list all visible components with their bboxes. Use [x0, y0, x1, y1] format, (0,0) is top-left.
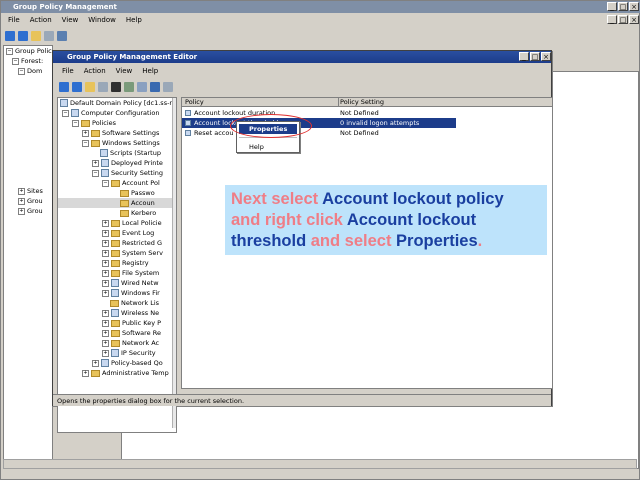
tree-item[interactable]: Network Lis	[58, 298, 176, 308]
tree-item[interactable]: + Public Key P	[58, 318, 176, 328]
show-tree-icon[interactable]	[44, 31, 54, 41]
editor-close-button[interactable]: ×	[541, 52, 551, 61]
tree-item[interactable]: + Event Log	[58, 228, 176, 238]
column-policy[interactable]: Policy	[185, 98, 204, 107]
tree-item[interactable]: + System Serv	[58, 248, 176, 258]
doc-close-button[interactable]: ×	[629, 15, 639, 24]
policy-icon	[185, 130, 191, 136]
editor-menu-view[interactable]: View	[111, 66, 138, 77]
menu-view[interactable]: View	[57, 15, 84, 26]
forward-icon[interactable]	[18, 31, 28, 41]
properties-icon[interactable]	[57, 31, 67, 41]
menu-file[interactable]: File	[3, 15, 25, 26]
editor-menu-help[interactable]: Help	[137, 66, 163, 77]
tree-item[interactable]: Default Domain Policy [dc1.ss-n	[58, 98, 176, 108]
tree-item[interactable]: + Grou	[4, 196, 52, 206]
gpm-menu-bar: File Action View Window Help	[3, 15, 147, 26]
tree-item[interactable]: + Wired Netw	[58, 278, 176, 288]
tree-item[interactable]: Passwo	[58, 188, 176, 198]
tree-item[interactable]: + Software Re	[58, 328, 176, 338]
callout-highlight: Properties	[396, 232, 478, 250]
tree-item[interactable]: − Group Polic	[4, 46, 52, 56]
help-icon[interactable]	[150, 82, 160, 92]
close-button[interactable]: ×	[629, 2, 639, 11]
minimize-button[interactable]: _	[607, 2, 617, 11]
back-icon[interactable]	[5, 31, 15, 41]
policy-icon	[185, 110, 191, 116]
up-folder-icon[interactable]	[85, 82, 95, 92]
list-header: Policy Policy Setting	[182, 98, 552, 107]
tree-item[interactable]: Scripts (Startup	[58, 148, 176, 158]
editor-title: Group Policy Management Editor	[67, 53, 198, 61]
tree-item[interactable]: Kerbero	[58, 208, 176, 218]
callout-highlight: threshold	[231, 232, 307, 250]
policy-icon	[185, 120, 191, 126]
tree-item[interactable]: + IP Security	[58, 348, 176, 358]
tree-item[interactable]: + Windows Fir	[58, 288, 176, 298]
tree-item[interactable]: − Account Pol	[58, 178, 176, 188]
instruction-callout: Next select Account lockout policy and r…	[225, 185, 547, 255]
tree-item[interactable]: + Deployed Printe	[58, 158, 176, 168]
console-icon[interactable]	[163, 82, 173, 92]
callout-text: Next select	[231, 190, 323, 208]
forward-icon[interactable]	[72, 82, 82, 92]
properties-icon[interactable]	[124, 82, 134, 92]
tree-item[interactable]: − Windows Settings	[58, 138, 176, 148]
callout-text: and select	[306, 232, 397, 250]
horizontal-scrollbar[interactable]	[3, 459, 637, 469]
tree-item[interactable]: − Policies	[58, 118, 176, 128]
tree-item-selected[interactable]: Accoun	[58, 198, 176, 208]
gpm-title: Group Policy Management	[13, 3, 117, 11]
callout-text: and right click	[231, 211, 347, 229]
tree-item[interactable]: − Computer Configuration	[58, 108, 176, 118]
editor-maximize-button[interactable]: □	[530, 52, 540, 61]
callout-highlight: Account lockout policy	[322, 190, 504, 208]
gpm-toolbar	[5, 30, 67, 42]
tree-item[interactable]: + Restricted G	[58, 238, 176, 248]
tree-item[interactable]: + File System	[58, 268, 176, 278]
doc-minimize-button[interactable]: _	[607, 15, 617, 24]
tree-vertical-scrollbar[interactable]	[172, 98, 176, 428]
gpm-title-bar: Group Policy Management	[1, 1, 640, 13]
editor-tree: Default Domain Policy [dc1.ss-n − Compute…	[57, 97, 177, 433]
editor-toolbar	[59, 81, 173, 93]
tree-item[interactable]: + Grou	[4, 206, 52, 216]
column-policy-setting[interactable]: Policy Setting	[340, 98, 384, 107]
tree-item[interactable]: − Forest:	[4, 56, 52, 66]
menu-help[interactable]: Help	[121, 15, 147, 26]
delete-icon[interactable]	[111, 82, 121, 92]
up-folder-icon[interactable]	[31, 31, 41, 41]
menu-window[interactable]: Window	[83, 15, 121, 26]
editor-minimize-button[interactable]: _	[519, 52, 529, 61]
tree-item[interactable]: − Dom	[4, 66, 52, 76]
export-list-icon[interactable]	[137, 82, 147, 92]
doc-restore-button[interactable]: □	[618, 15, 628, 24]
tree-item[interactable]: + Wireless Ne	[58, 308, 176, 318]
back-icon[interactable]	[59, 82, 69, 92]
status-text: Opens the properties dialog box for the …	[57, 397, 245, 405]
editor-menu-file[interactable]: File	[57, 66, 79, 77]
callout-highlight: Account lockout	[346, 211, 477, 229]
status-bar: Opens the properties dialog box for the …	[53, 394, 551, 406]
maximize-button[interactable]: □	[618, 2, 628, 11]
editor-title-bar: Group Policy Management Editor	[53, 51, 551, 63]
tree-item[interactable]: + Network Ac	[58, 338, 176, 348]
editor-menu-action[interactable]: Action	[79, 66, 111, 77]
policy-row-selected[interactable]: Account lockout threshold 0 invalid logo…	[182, 118, 456, 128]
policy-row[interactable]: Account lockout duration Not Defined	[182, 108, 552, 118]
editor-menu-bar: File Action View Help	[57, 66, 163, 77]
tree-item[interactable]: + Software Settings	[58, 128, 176, 138]
callout-text: .	[477, 232, 483, 250]
tree-item[interactable]: + Sites	[4, 186, 52, 196]
tree-item[interactable]: − Security Setting	[58, 168, 176, 178]
tree-item[interactable]: + Local Policie	[58, 218, 176, 228]
tree-item[interactable]: + Policy-based Qo	[58, 358, 176, 368]
menu-action[interactable]: Action	[25, 15, 57, 26]
tree-item[interactable]: + Administrative Temp	[58, 368, 176, 378]
annotation-ellipse	[230, 114, 312, 138]
tree-item[interactable]: + Registry	[58, 258, 176, 268]
context-menu-help[interactable]: Help	[239, 142, 297, 152]
show-tree-icon[interactable]	[98, 82, 108, 92]
gpm-tree: − Group Polic − Forest: − Dom + Sites + Grou …	[3, 45, 53, 469]
